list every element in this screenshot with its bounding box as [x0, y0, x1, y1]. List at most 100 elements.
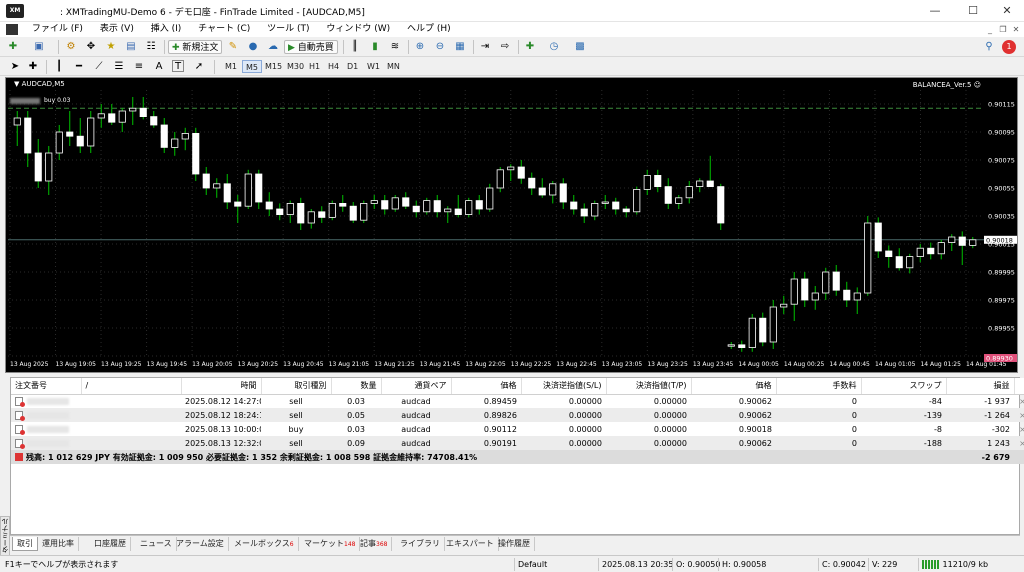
col-time[interactable]: 時間 — [181, 378, 262, 395]
text-label-tool-icon[interactable]: T — [172, 60, 186, 74]
timeframe-m1[interactable]: M1 — [222, 60, 240, 73]
cell-close[interactable]: × — [1014, 394, 1024, 408]
horizontal-line-icon[interactable]: ━ — [72, 60, 86, 74]
navigator-icon[interactable]: ★ — [104, 40, 118, 54]
menu-help[interactable]: ヘルプ (H) — [400, 22, 458, 37]
status-profile[interactable]: Default — [514, 558, 598, 571]
table-row[interactable]: 2025.08.13 12:32:01 sell 0.09 audcad 0.90191… — [11, 436, 1024, 450]
close-button[interactable]: ✕ — [990, 0, 1024, 22]
market-watch-icon[interactable]: ⚙ — [64, 40, 78, 54]
chart-window-icon[interactable] — [6, 24, 18, 35]
maximize-button[interactable]: ☐ — [956, 0, 990, 22]
col-swap[interactable]: スワップ — [861, 378, 947, 395]
new-order-button[interactable]: ✚ 新規注文 — [168, 40, 223, 54]
vps-icon[interactable]: ☁ — [266, 40, 280, 54]
zoom-in-icon[interactable]: ⊕ — [413, 40, 427, 54]
terminal-icon[interactable]: ▤ — [124, 40, 138, 54]
signals-icon[interactable]: ● — [246, 40, 260, 54]
channel-icon[interactable]: ☰ — [112, 60, 126, 74]
menu-insert[interactable]: 挿入 (I) — [144, 22, 189, 37]
minimize-button[interactable]: — — [918, 0, 952, 22]
periods-icon[interactable]: ◷ — [547, 40, 561, 54]
timeframe-mn[interactable]: MN — [384, 60, 403, 73]
menu-tools[interactable]: ツール (T) — [260, 22, 316, 37]
col-ticket[interactable]: 注文番号 — [11, 378, 82, 395]
vertical-line-icon[interactable]: ┃ — [52, 60, 66, 74]
cursor-icon[interactable]: ➤ — [8, 60, 22, 74]
tab-3[interactable]: ニュース — [136, 537, 177, 551]
tab-2[interactable]: 口座履歴 — [90, 537, 131, 551]
metaeditor-icon[interactable]: ✎ — [226, 40, 240, 54]
text-tool-icon[interactable]: A — [152, 60, 166, 74]
price-chart[interactable]: 0.90115 0.90095 0.90075 0.90055 0.90035 0.900… — [5, 77, 1018, 373]
timeframe-w1[interactable]: W1 — [364, 60, 383, 73]
crosshair-icon[interactable]: ✚ — [26, 60, 40, 74]
col-sl[interactable]: 決済逆指値(S/L) — [521, 378, 607, 395]
new-chart-icon[interactable]: ✚ — [6, 40, 20, 54]
cell-close[interactable]: × — [1014, 422, 1024, 436]
timeframe-m30[interactable]: M30 — [284, 60, 307, 73]
table-row[interactable]: 2025.08.12 18:24:18 sell 0.05 audcad 0.89826… — [11, 408, 1024, 422]
trendline-icon[interactable]: ⟋ — [92, 60, 106, 74]
tab-1[interactable]: 運用比率 — [38, 537, 79, 551]
chart-canvas[interactable]: 0.90115 0.90095 0.90075 0.90055 0.90035 0.900… — [6, 78, 1018, 373]
terminal-side-label[interactable]: ターミナル — [0, 516, 10, 556]
mdi-minimize-button[interactable]: _ — [984, 22, 996, 37]
bar-chart-icon[interactable]: ║ — [348, 40, 362, 54]
cell-close[interactable]: × — [1014, 436, 1024, 450]
price-tick-label: 0.90055 — [988, 185, 1015, 193]
table-row[interactable]: 2025.08.13 10:00:00 buy 0.03 audcad 0.90112 0… — [11, 422, 1024, 436]
title-bar: XM : XMTradingMU-Demo 6 - デモ口座 - FinTrad… — [0, 0, 1024, 22]
cell-close[interactable]: × — [1014, 408, 1024, 422]
data-window-icon[interactable]: ✥ — [84, 40, 98, 54]
indicators-icon[interactable]: ✚ — [523, 40, 537, 54]
col-commission[interactable]: 手数料 — [776, 378, 862, 395]
search-icon[interactable]: ⚲ — [982, 40, 996, 54]
tab-7[interactable]: 記事368 — [356, 537, 393, 551]
menu-chart[interactable]: チャート (C) — [191, 22, 257, 37]
tab-8[interactable]: ライブラリ — [396, 537, 445, 551]
tab-0[interactable]: 取引 — [12, 537, 38, 551]
mdi-close-button[interactable]: ✕ — [1010, 22, 1022, 37]
tab-6[interactable]: マーケット148 — [300, 537, 361, 551]
autotrading-button[interactable]: ▶ 自動売買 — [284, 40, 338, 54]
arrows-icon[interactable]: ➚ — [192, 60, 206, 74]
tab-9[interactable]: エキスパート — [442, 537, 499, 551]
notification-badge[interactable]: 1 — [1002, 40, 1016, 54]
zoom-out-icon[interactable]: ⊖ — [433, 40, 447, 54]
menu-view[interactable]: 表示 (V) — [93, 22, 141, 37]
status-connection[interactable]: 11210/9 kb — [918, 558, 1022, 571]
mdi-restore-button[interactable]: ❐ — [997, 22, 1009, 37]
table-row[interactable]: 2025.08.12 14:27:00 sell 0.03 audcad 0.89459… — [11, 394, 1024, 408]
col-profit[interactable]: 損益 — [946, 378, 1015, 395]
tab-4[interactable]: アラーム設定 — [172, 537, 229, 551]
col-type[interactable]: 取引種別 — [261, 378, 332, 395]
strategy-tester-icon[interactable]: ☷ — [144, 40, 158, 54]
menu-file[interactable]: ファイル (F) — [25, 22, 90, 37]
timeframe-m15[interactable]: M15 — [262, 60, 285, 73]
col-sort[interactable]: / — [81, 378, 182, 395]
tab-10[interactable]: 操作履歴 — [494, 537, 535, 551]
auto-scroll-icon[interactable]: ⇨ — [498, 40, 512, 54]
col-symbol[interactable]: 通貨ペア — [381, 378, 452, 395]
templates-icon[interactable]: ▩ — [573, 40, 587, 54]
col-current-price[interactable]: 価格 — [691, 378, 777, 395]
col-volume[interactable]: 数量 — [331, 378, 382, 395]
candle-body — [507, 166, 515, 171]
menu-window[interactable]: ウィンドウ (W) — [319, 22, 397, 37]
chart-shift-icon[interactable]: ⇥ — [478, 40, 492, 54]
table-header: 注文番号 / 時間 取引種別 数量 通貨ペア 価格 決済逆指値(S/L) 決済指… — [11, 378, 1024, 395]
tile-windows-icon[interactable]: ▦ — [453, 40, 467, 54]
timeframe-m5[interactable]: M5 — [242, 60, 262, 73]
profiles-icon[interactable]: ▣ — [32, 40, 46, 54]
candlestick-icon[interactable]: ▮ — [368, 40, 382, 54]
line-chart-icon[interactable]: ≋ — [388, 40, 402, 54]
timeframe-h4[interactable]: H4 — [325, 60, 342, 73]
tab-5[interactable]: メールボックス6 — [230, 537, 299, 551]
timeframe-h1[interactable]: H1 — [306, 60, 323, 73]
col-close — [1014, 378, 1024, 395]
timeframe-d1[interactable]: D1 — [344, 60, 361, 73]
col-tp[interactable]: 決済指値(T/P) — [606, 378, 692, 395]
fibonacci-icon[interactable]: ≡ — [132, 60, 146, 74]
col-price[interactable]: 価格 — [451, 378, 522, 395]
